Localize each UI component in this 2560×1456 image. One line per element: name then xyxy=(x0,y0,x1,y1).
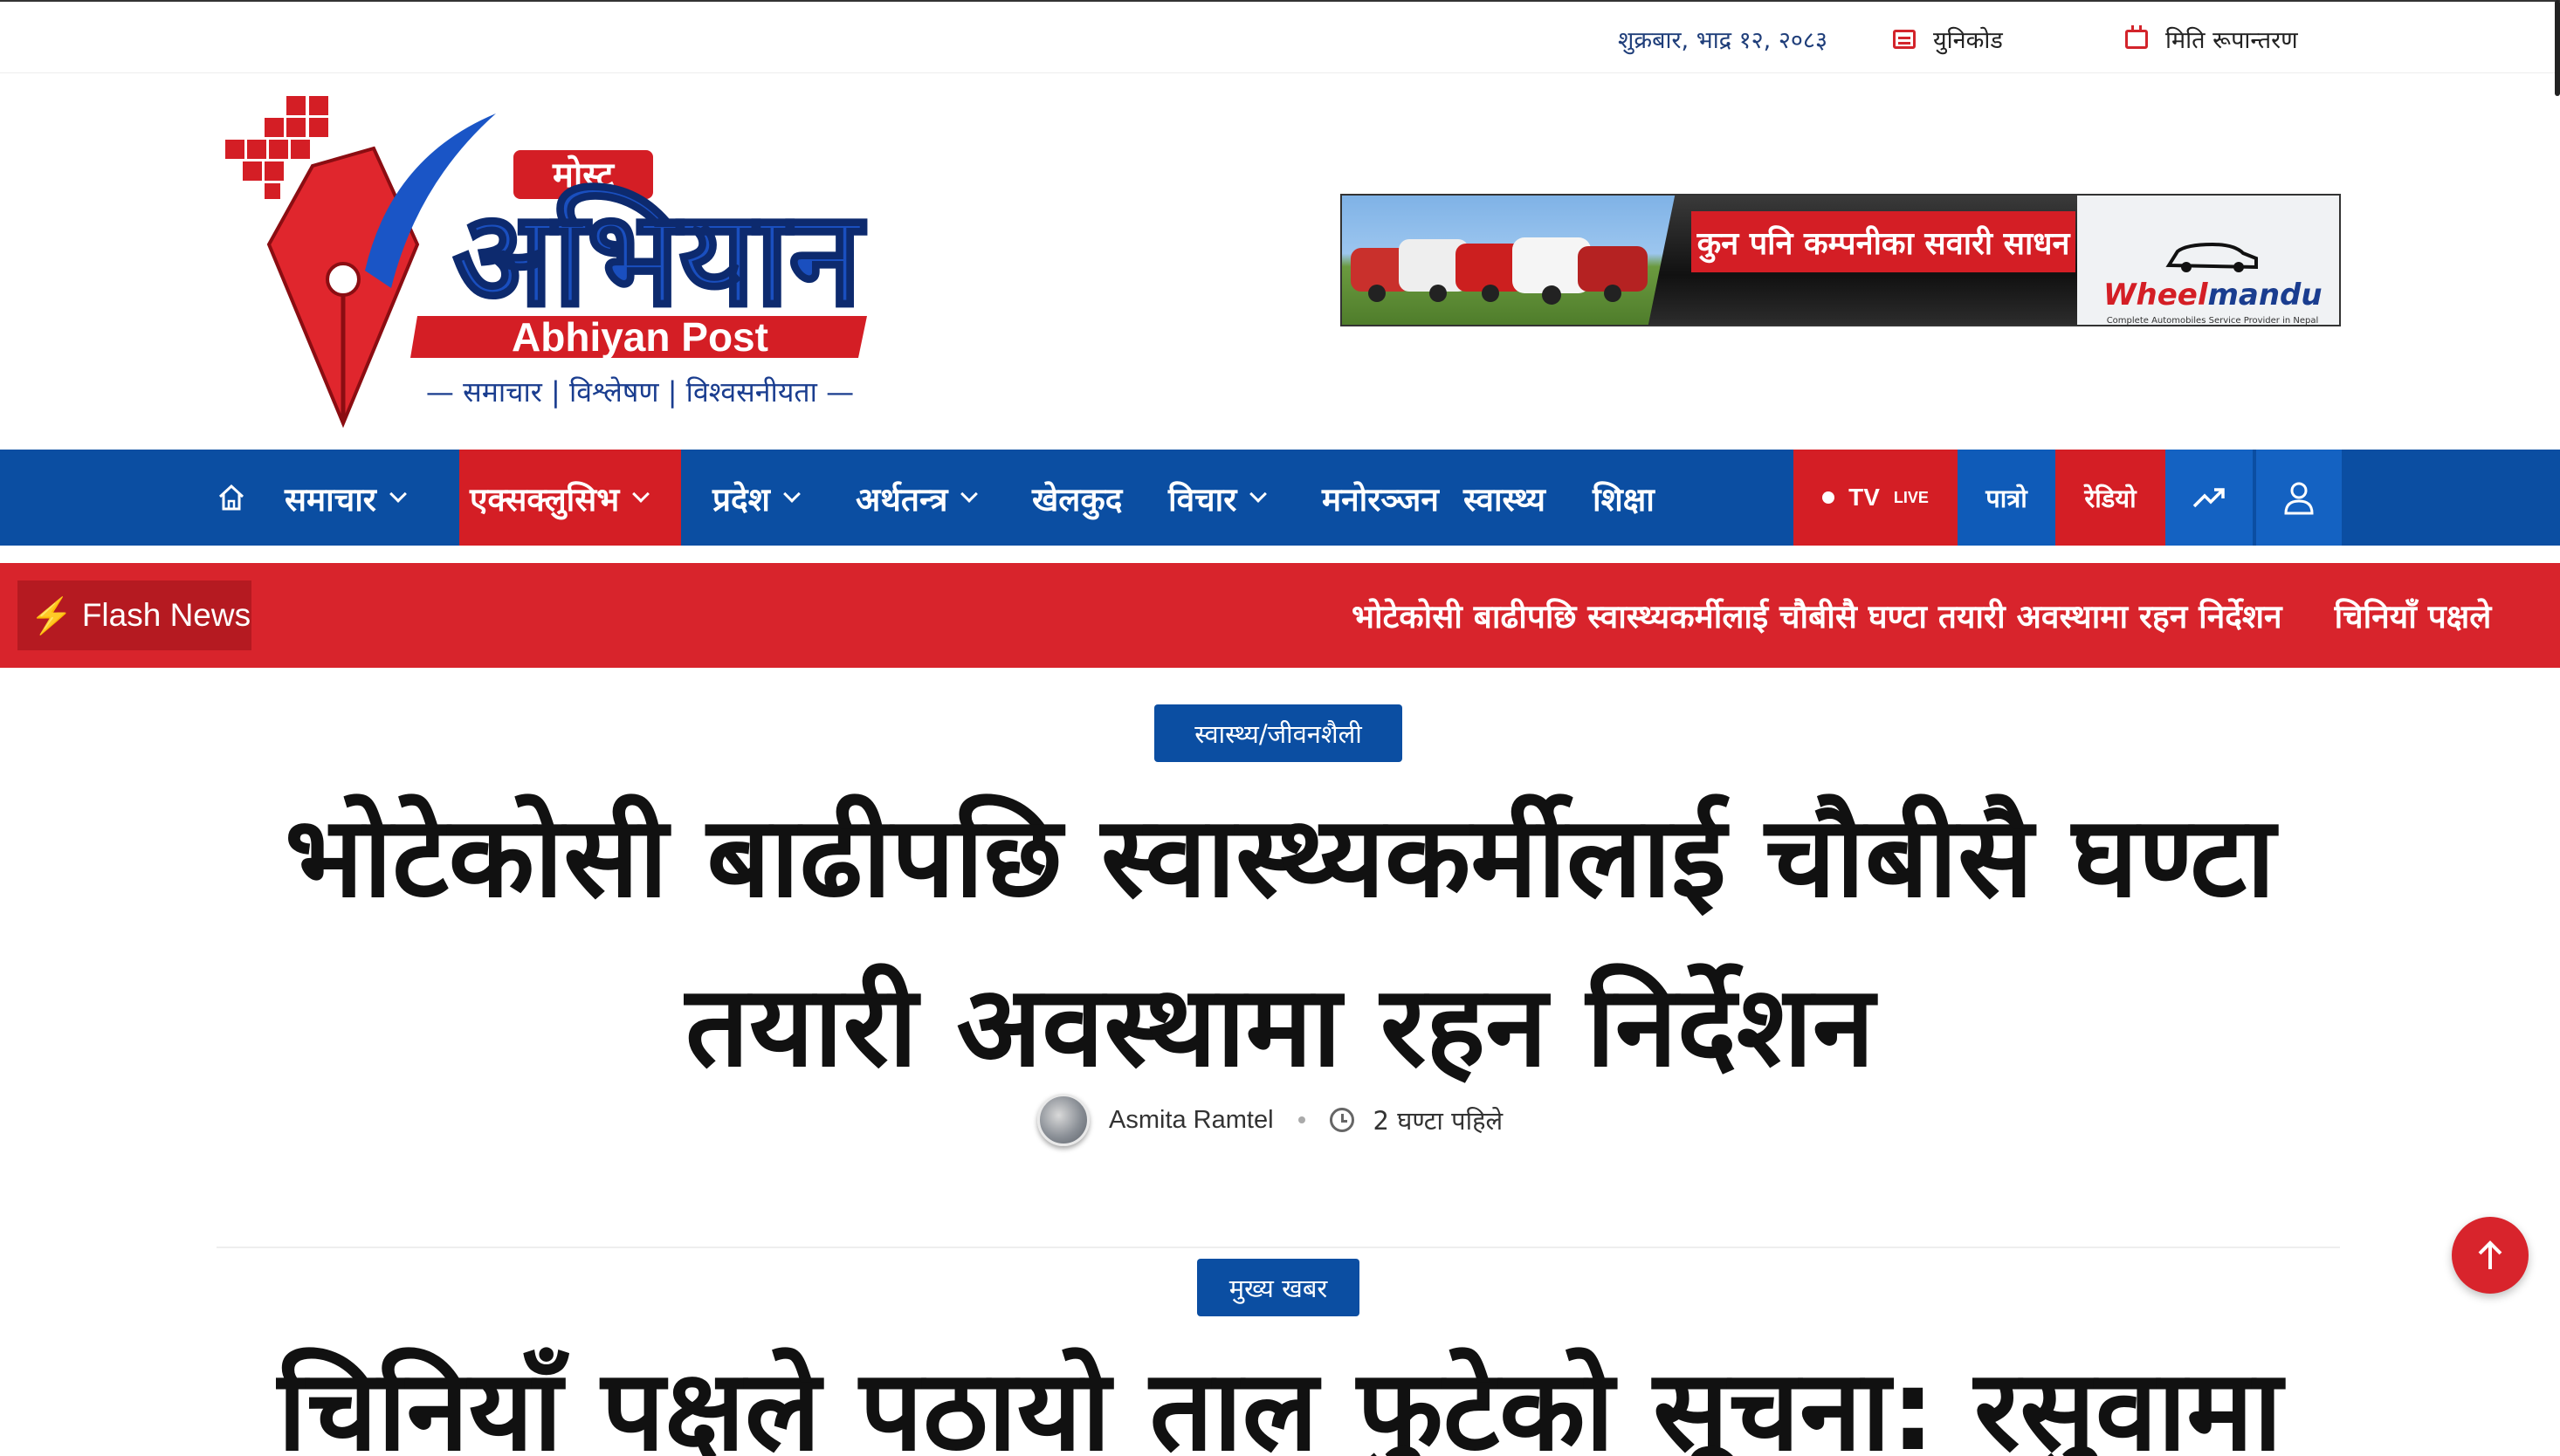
flash-label-text: Flash News xyxy=(81,597,251,633)
radio-label: रेडियो xyxy=(2084,483,2137,513)
nav-item-khelkud[interactable]: खेलकुद xyxy=(1032,450,1122,546)
unicode-label: युनिकोड xyxy=(1933,27,2003,54)
nav-item-samachar[interactable]: समाचार xyxy=(285,450,407,546)
section-divider xyxy=(217,1247,2340,1248)
patro-button[interactable]: पात्रो xyxy=(1958,450,2055,546)
unicode-link[interactable]: युनिकोड xyxy=(1893,23,2003,55)
author-avatar xyxy=(1037,1094,1090,1146)
chevron-down-icon xyxy=(632,485,650,503)
car-outline-icon xyxy=(2165,242,2258,272)
category-badge[interactable]: मुख्य खबर xyxy=(1197,1259,1359,1316)
current-date: शुक्रबार, भाद्र १२, २०८३ xyxy=(1618,27,1828,54)
banner-brand-part1: Wheel xyxy=(2103,278,2208,312)
article-meta: Asmita Ramtel 2 घण्टा पहिले xyxy=(1037,1091,1503,1149)
chevron-down-icon xyxy=(782,485,801,503)
nav-item-label: एक्सक्लुसिभ xyxy=(470,480,620,519)
date-convert-link[interactable]: मिति रूपान्तरण xyxy=(2125,23,2298,55)
banner-brand-part2: mandu xyxy=(2207,278,2323,312)
clock-icon xyxy=(1329,1108,1354,1132)
arrow-up-icon xyxy=(2478,1240,2502,1269)
live-label: LIVE xyxy=(1893,488,1929,506)
flash-headline[interactable]: चिनियाँ पक्षले xyxy=(2335,598,2492,635)
flash-headline[interactable]: भोटेकोसी बाढीपछि स्वास्थ्यकर्मीलाई चौबीस… xyxy=(1352,598,2282,635)
tv-live-button[interactable]: TV LIVE xyxy=(1793,450,1958,546)
meta-separator xyxy=(1297,1116,1305,1123)
flash-ticker: भोटेकोसी बाढीपछि स्वास्थ्यकर्मीलाई चौबीस… xyxy=(1352,593,2543,637)
nav-item-vichar[interactable]: विचार xyxy=(1168,450,1268,546)
nav-item-manoranjan[interactable]: मनोरञ्जन xyxy=(1322,450,1439,546)
nav-item-label: स्वास्थ्य xyxy=(1463,480,1545,519)
nav-item-exclusive[interactable]: एक्सक्लुसिभ xyxy=(459,450,681,546)
nav-item-label: मनोरञ्जन xyxy=(1322,480,1439,519)
live-dot-icon xyxy=(1822,491,1835,504)
date-convert-label: मिति रूपान्तरण xyxy=(2165,27,2298,54)
nav-item-swasthya[interactable]: स्वास्थ्य xyxy=(1463,450,1545,546)
banner-ad[interactable]: कुन पनि कम्पनीका सवारी साधन Wheelmandu C… xyxy=(1340,194,2341,326)
chevron-down-icon xyxy=(389,485,407,503)
banner-brand-sub: Complete Automobiles Service Provider in… xyxy=(2106,316,2319,326)
radio-button[interactable]: रेडियो xyxy=(2055,450,2165,546)
top-bar: शुक्रबार, भाद्र १२, २०८३ युनिकोड मिति रू… xyxy=(0,0,2560,73)
nav-item-label: खेलकुद xyxy=(1032,480,1123,519)
article-headline[interactable]: भोटेकोसी बाढीपछि स्वास्थ्यकर्मीलाई चौबीस… xyxy=(175,773,2385,1112)
calendar-icon xyxy=(2125,24,2148,49)
tv-label: TV xyxy=(1848,484,1880,511)
logo-tagline: — समाचार | विश्लेषण | विश्वसनीयता — xyxy=(426,375,854,409)
site-logo[interactable]: मोस्ट अभियान Abhiyan Post — समाचार | विश… xyxy=(217,87,871,436)
headline-line: तयारी अवस्थामा रहन निर्देशन xyxy=(685,962,1875,1092)
chevron-down-icon xyxy=(960,485,979,503)
nav-item-shiksha[interactable]: शिक्षा xyxy=(1593,450,1655,546)
nav-item-label: प्रदेश xyxy=(712,480,770,519)
nav-item-label: शिक्षा xyxy=(1593,480,1655,519)
trending-icon xyxy=(2192,488,2225,508)
banner-slogan: कुन पनि कम्पनीका सवारी साधन xyxy=(1691,211,2075,272)
flash-news-label: ⚡ Flash News xyxy=(17,580,251,650)
headline-line: भोटेकोसी बाढीपछि स्वास्थ्यकर्मीलाई चौबीस… xyxy=(285,793,2275,923)
window-edge xyxy=(2555,0,2560,96)
trending-button[interactable] xyxy=(2165,450,2253,546)
banner-brand: Wheelmandu Complete Automobiles Service … xyxy=(2103,239,2323,326)
nav-item-pradesh[interactable]: प्रदेश xyxy=(712,450,801,546)
publish-time: 2 घण्टा पहिले xyxy=(1373,1105,1504,1136)
category-badge[interactable]: स्वास्थ्य/जीवनशैली xyxy=(1154,704,1402,762)
logo-english-text: Abhiyan Post xyxy=(512,314,768,360)
flash-news-bar: ⚡ Flash News भोटेकोसी बाढीपछि स्वास्थ्यक… xyxy=(0,563,2560,668)
nav-item-label: अर्थतन्त्र xyxy=(856,480,948,519)
cars-image xyxy=(1351,237,1648,305)
chevron-down-icon xyxy=(1249,485,1268,503)
patro-label: पात्रो xyxy=(1985,483,2027,513)
home-icon[interactable] xyxy=(217,483,246,512)
headline-line: चिनियाँ पक्षले पठायो ताल फुटेको सूचना: र… xyxy=(278,1346,2282,1456)
user-icon xyxy=(2284,482,2314,515)
nav-item-label: विचार xyxy=(1168,480,1237,519)
nav-item-label: समाचार xyxy=(285,480,376,519)
main-nav: समाचार एक्सक्लुसिभ प्रदेश अर्थतन्त्र खेल… xyxy=(0,450,2560,546)
user-button[interactable] xyxy=(2254,450,2342,546)
lightning-icon: ⚡ xyxy=(30,596,73,635)
keyboard-icon xyxy=(1893,29,1916,49)
author-name[interactable]: Asmita Ramtel xyxy=(1109,1106,1274,1135)
nav-item-arthatantra[interactable]: अर्थतन्त्र xyxy=(856,450,979,546)
article-headline[interactable]: चिनियाँ पक्षले पठायो ताल फुटेको सूचना: र… xyxy=(175,1327,2385,1456)
logo-main-text: अभियान xyxy=(453,183,866,335)
scroll-to-top-button[interactable] xyxy=(2452,1217,2529,1294)
